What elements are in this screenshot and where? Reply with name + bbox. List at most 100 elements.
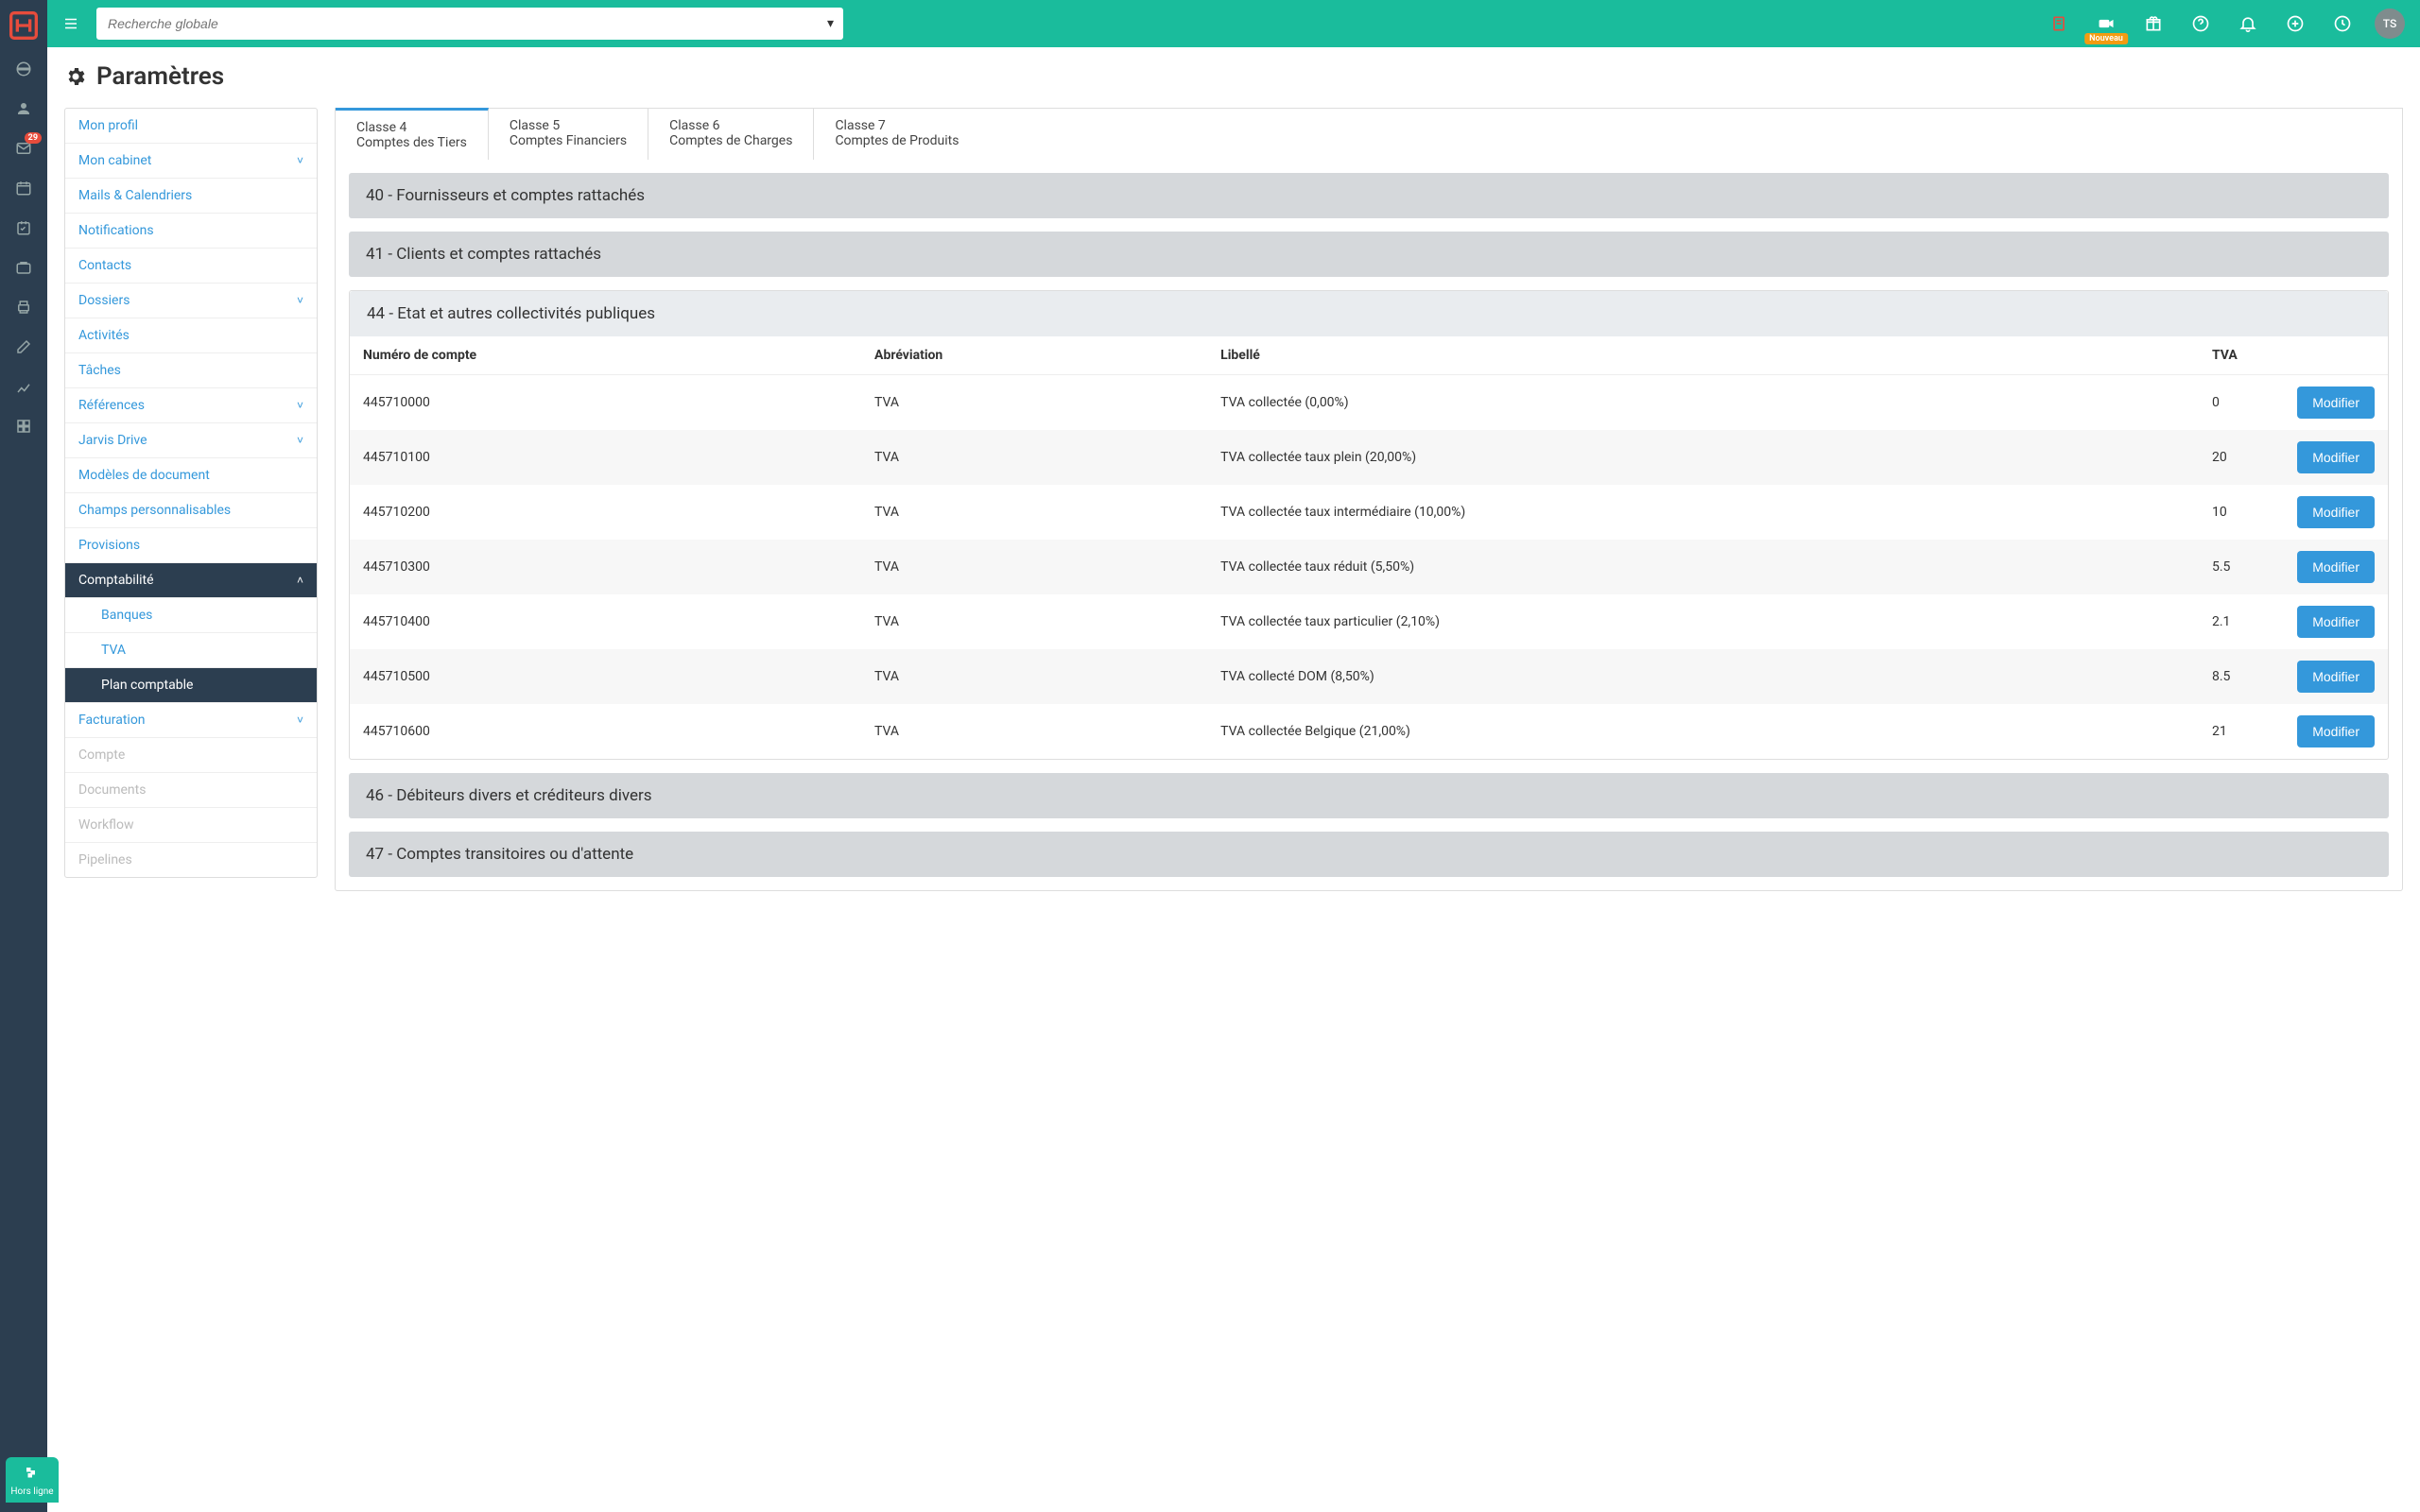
sidemenu-item-pipelines: Pipelines: [65, 843, 317, 877]
cell-libelle: TVA collectée taux particulier (2,10%): [1207, 594, 2199, 649]
modify-button[interactable]: Modifier: [2297, 387, 2375, 419]
sidemenu-label: Mails & Calendriers: [78, 188, 192, 203]
logo: [5, 11, 43, 40]
rail-print-icon[interactable]: [0, 287, 47, 327]
sidemenu-label: Provisions: [78, 538, 140, 553]
modify-button[interactable]: Modifier: [2297, 551, 2375, 583]
rail-folders-icon[interactable]: [0, 248, 47, 287]
cell-num: 445710400: [350, 594, 861, 649]
sidemenu-label: Mon cabinet: [78, 153, 151, 168]
tab-classe-5[interactable]: Classe 5Comptes Financiers: [489, 109, 648, 160]
clock-icon[interactable]: [2322, 5, 2363, 43]
section-47[interactable]: 47 - Comptes transitoires ou d'attente: [349, 832, 2389, 877]
sidemenu-label: Banques: [101, 608, 152, 623]
sidemenu-item-provisions[interactable]: Provisions: [65, 528, 317, 563]
help-icon[interactable]: [2180, 5, 2221, 43]
rail-mail-icon[interactable]: 29: [0, 129, 47, 168]
sidemenu-label: Plan comptable: [101, 678, 193, 693]
rail-grid-icon[interactable]: [0, 406, 47, 446]
rail-tasks-icon[interactable]: [0, 208, 47, 248]
offline-indicator[interactable]: Hors ligne: [6, 1457, 59, 1503]
top-icons: Nouveau TS: [2038, 5, 2405, 43]
sidemenu-item-r-f-rences[interactable]: Références˅: [65, 388, 317, 423]
rail-stats-icon[interactable]: [0, 367, 47, 406]
sidemenu-label: Champs personnalisables: [78, 503, 231, 518]
app-icon[interactable]: [2038, 5, 2080, 43]
sidemenu-item-contacts[interactable]: Contacts: [65, 249, 317, 284]
sidemenu-item-banques[interactable]: Banques: [65, 598, 317, 633]
sidemenu-label: Workflow: [78, 817, 134, 833]
th-num: Numéro de compte: [350, 336, 861, 375]
avatar[interactable]: TS: [2375, 9, 2405, 39]
accounts-table: Numéro de compte Abréviation Libellé TVA…: [350, 336, 2388, 759]
sidemenu-label: Modèles de document: [78, 468, 210, 483]
global-search-input[interactable]: [96, 8, 843, 40]
add-icon[interactable]: [2274, 5, 2316, 43]
cell-num: 445710200: [350, 485, 861, 540]
rail-dashboard-icon[interactable]: [0, 49, 47, 89]
bell-icon[interactable]: [2227, 5, 2269, 43]
cell-tva: 20: [2199, 430, 2284, 485]
sidemenu-item-mon-profil[interactable]: Mon profil: [65, 109, 317, 144]
sidemenu-item-mod-les-de-document[interactable]: Modèles de document: [65, 458, 317, 493]
section-41[interactable]: 41 - Clients et comptes rattachés: [349, 232, 2389, 277]
sidemenu-label: Dossiers: [78, 293, 130, 308]
cell-tva: 2.1: [2199, 594, 2284, 649]
sidemenu-label: Tâches: [78, 363, 121, 378]
rail-calendar-icon[interactable]: [0, 168, 47, 208]
modify-button[interactable]: Modifier: [2297, 496, 2375, 528]
modify-button[interactable]: Modifier: [2297, 441, 2375, 473]
sidemenu-item-facturation[interactable]: Facturation ˅: [65, 703, 317, 738]
cell-tva: 8.5: [2199, 649, 2284, 704]
table-row: 445710200TVATVA collectée taux intermédi…: [350, 485, 2388, 540]
sidemenu-item-t-ches[interactable]: Tâches: [65, 353, 317, 388]
modify-button[interactable]: Modifier: [2297, 606, 2375, 638]
cell-libelle: TVA collectée (0,00%): [1207, 375, 2199, 431]
sidemenu-item-plan-comptable[interactable]: Plan comptable: [65, 668, 317, 703]
tab-classe-6[interactable]: Classe 6Comptes de Charges: [648, 109, 814, 160]
tab-classe-7[interactable]: Classe 7Comptes de Produits: [814, 109, 979, 160]
cell-libelle: TVA collectée Belgique (21,00%): [1207, 704, 2199, 759]
page-title-text: Paramètres: [96, 62, 224, 91]
modify-button[interactable]: Modifier: [2297, 661, 2375, 693]
sidemenu-item-comptabilit-[interactable]: Comptabilité˄: [65, 563, 317, 598]
sidemenu-item-mon-cabinet[interactable]: Mon cabinet˅: [65, 144, 317, 179]
sidemenu-label: Notifications: [78, 223, 154, 238]
search-dropdown-icon[interactable]: ▾: [827, 16, 834, 31]
section-46[interactable]: 46 - Débiteurs divers et créditeurs dive…: [349, 773, 2389, 818]
chevron-down-icon: ˅: [297, 713, 303, 727]
sidemenu-item-jarvis-drive[interactable]: Jarvis Drive˅: [65, 423, 317, 458]
sidemenu-item-activit-s[interactable]: Activités: [65, 318, 317, 353]
table-row: 445710300TVATVA collectée taux réduit (5…: [350, 540, 2388, 594]
sidemenu-item-notifications[interactable]: Notifications: [65, 214, 317, 249]
cell-abrev: TVA: [861, 704, 1207, 759]
page-title: Paramètres: [64, 62, 2403, 91]
sidemenu-item-dossiers[interactable]: Dossiers˅: [65, 284, 317, 318]
video-icon[interactable]: Nouveau: [2085, 5, 2127, 43]
global-search: ▾: [96, 8, 843, 40]
menu-toggle-icon[interactable]: [55, 8, 87, 40]
sidemenu-label: Documents: [78, 782, 146, 798]
th-tva: TVA: [2199, 336, 2284, 375]
sidemenu-item-documents: Documents: [65, 773, 317, 808]
chevron-up-icon: ˄: [297, 574, 303, 587]
sidemenu-label: Facturation: [78, 713, 146, 728]
sidemenu-label: Pipelines: [78, 852, 132, 868]
sidemenu-item-mails-calendriers[interactable]: Mails & Calendriers: [65, 179, 317, 214]
section-40[interactable]: 40 - Fournisseurs et comptes rattachés: [349, 173, 2389, 218]
sidemenu-item-tva[interactable]: TVA: [65, 633, 317, 668]
section-44[interactable]: 44 - Etat et autres collectivités publiq…: [350, 291, 2388, 336]
cell-abrev: TVA: [861, 594, 1207, 649]
modify-button[interactable]: Modifier: [2297, 715, 2375, 747]
chevron-down-icon: ˅: [297, 399, 303, 412]
nouveau-badge: Nouveau: [2084, 33, 2128, 44]
table-row: 445710500TVATVA collecté DOM (8,50%)8.5M…: [350, 649, 2388, 704]
cell-num: 445710000: [350, 375, 861, 431]
rail-contacts-icon[interactable]: [0, 89, 47, 129]
main-panel: Classe 4Comptes des TiersClasse 5Comptes…: [335, 108, 2403, 904]
rail-edit-icon[interactable]: [0, 327, 47, 367]
gift-icon[interactable]: [2133, 5, 2174, 43]
tab-classe-4[interactable]: Classe 4Comptes des Tiers: [336, 108, 489, 160]
table-row: 445710600TVATVA collectée Belgique (21,0…: [350, 704, 2388, 759]
sidemenu-item-champs-personnalisables[interactable]: Champs personnalisables: [65, 493, 317, 528]
